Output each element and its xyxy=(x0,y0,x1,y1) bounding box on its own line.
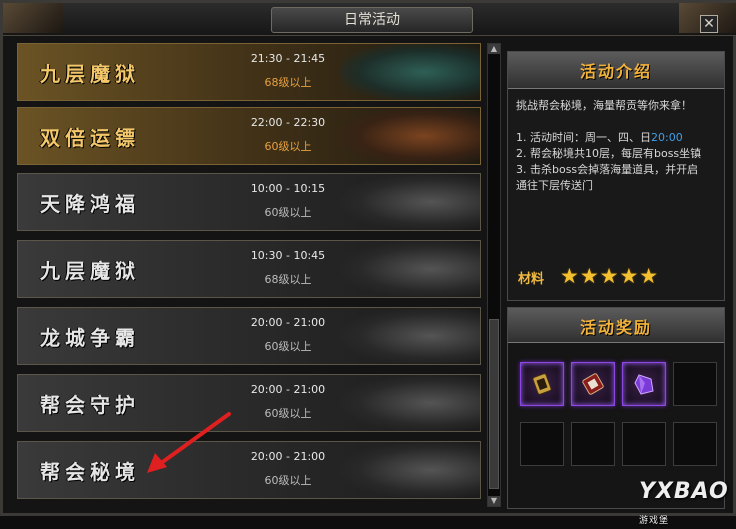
activity-time: 21:30 - 21:45 xyxy=(250,52,326,65)
badge-token-icon xyxy=(532,373,552,395)
activity-artwork xyxy=(340,108,480,164)
activity-artwork xyxy=(340,308,480,364)
activity-name: 龙城争霸 xyxy=(40,326,140,350)
activity-level: 60级以上 xyxy=(264,340,312,353)
star-rating-icon: ★★★★★ xyxy=(560,264,660,288)
rewards-title: 活动奖励 xyxy=(579,318,652,337)
activity-artwork xyxy=(340,44,480,100)
activity-level: 68级以上 xyxy=(264,76,312,89)
activity-time: 10:30 - 10:45 xyxy=(250,249,326,262)
scroll-down-arrow-icon[interactable]: ▼ xyxy=(488,496,500,506)
activity-time: 22:00 - 22:30 xyxy=(250,116,326,129)
window-title: 日常活动 xyxy=(271,7,473,33)
watermark-brand: YXBAO xyxy=(639,479,729,504)
activity-time: 20:00 - 21:00 xyxy=(250,383,326,396)
activity-artwork xyxy=(340,241,480,297)
material-label: 材料 xyxy=(518,272,545,287)
reward-slot-empty[interactable] xyxy=(673,422,717,466)
reward-slot[interactable] xyxy=(622,362,666,406)
rewards-header: 活动奖励 xyxy=(508,308,724,343)
red-scroll-icon xyxy=(582,373,604,395)
activity-list-scrollbar[interactable]: ▲ ▼ xyxy=(487,43,501,507)
activity-level: 68级以上 xyxy=(264,273,312,286)
activity-card[interactable]: 天降鸿福 10:00 - 10:15 60级以上 xyxy=(17,173,481,231)
intro-title: 活动介绍 xyxy=(579,62,652,81)
activity-card[interactable]: 帮会守护 20:00 - 21:00 60级以上 xyxy=(17,374,481,432)
activity-intro-panel: 活动介绍 挑战帮会秘境，海量帮贡等你来拿！ 1. 活动时间：周一、四、日20:0… xyxy=(507,51,725,301)
reward-slot-empty[interactable] xyxy=(673,362,717,406)
activity-artwork xyxy=(340,375,480,431)
intro-line: 2. 帮会秘境共10层，每层有boss坐镇 xyxy=(516,147,702,160)
intro-description: 挑战帮会秘境，海量帮贡等你来拿！ 1. 活动时间：周一、四、日20:00 2. … xyxy=(516,98,720,194)
activity-name: 天降鸿福 xyxy=(40,192,140,216)
scroll-up-arrow-icon[interactable]: ▲ xyxy=(488,44,500,54)
activity-level: 60级以上 xyxy=(264,206,312,219)
scroll-thumb[interactable] xyxy=(489,319,499,489)
reward-slot[interactable] xyxy=(520,362,564,406)
purple-crystal-icon xyxy=(634,374,654,395)
intro-line: 挑战帮会秘境，海量帮贡等你来拿！ xyxy=(516,99,692,112)
intro-line: 通往下层传送门 xyxy=(516,179,593,192)
activity-card[interactable]: 龙城争霸 20:00 - 21:00 60级以上 xyxy=(17,307,481,365)
activity-name: 九层魔狱 xyxy=(40,62,140,86)
reward-slot[interactable] xyxy=(571,362,615,406)
activity-artwork xyxy=(340,442,480,498)
reward-slot-empty[interactable] xyxy=(622,422,666,466)
activity-name: 九层魔狱 xyxy=(40,259,140,283)
intro-line: 3. 击杀boss会掉落海量道具，并开启 xyxy=(516,163,699,176)
title-bar: 日常活动 ✕ xyxy=(3,3,736,36)
red-pointer-arrow-icon xyxy=(147,412,231,473)
activity-level: 60级以上 xyxy=(264,140,312,153)
watermark-logo: YXBAO 游戏堡 xyxy=(639,479,733,529)
activity-time: 20:00 - 21:00 xyxy=(250,316,326,329)
activity-card[interactable]: 九层魔狱 21:30 - 21:45 68级以上 xyxy=(17,43,481,101)
reward-slot-empty[interactable] xyxy=(571,422,615,466)
intro-header: 活动介绍 xyxy=(508,52,724,89)
activity-name: 帮会秘境 xyxy=(40,460,140,484)
close-button[interactable]: ✕ xyxy=(700,15,718,33)
activity-artwork xyxy=(340,174,480,230)
activity-card-selected[interactable]: 帮会秘境 20:00 - 21:00 60级以上 xyxy=(17,441,481,499)
activity-card[interactable]: 双倍运镖 22:00 - 22:30 60级以上 xyxy=(17,107,481,165)
activity-level: 60级以上 xyxy=(264,474,312,487)
activity-card[interactable]: 九层魔狱 10:30 - 10:45 68级以上 xyxy=(17,240,481,298)
watermark-sub: 游戏堡 xyxy=(639,516,670,526)
activity-name: 帮会守护 xyxy=(40,393,140,417)
activity-window: 日常活动 ✕ 九层魔狱 21:30 - 21:45 68级以上 双倍运镖 22:… xyxy=(0,0,736,526)
intro-line-text: 1. 活动时间：周一、四、日 xyxy=(516,131,651,144)
reward-slot-empty[interactable] xyxy=(520,422,564,466)
activity-time: 20:00 - 21:00 xyxy=(250,450,326,463)
ornament-corner-left xyxy=(3,3,63,33)
activity-list: 九层魔狱 21:30 - 21:45 68级以上 双倍运镖 22:00 - 22… xyxy=(17,43,481,507)
activity-time: 10:00 - 10:15 xyxy=(250,182,326,195)
intro-time-highlight: 20:00 xyxy=(651,131,683,144)
intro-line: 1. 活动时间：周一、四、日20:00 xyxy=(516,130,720,146)
activity-name: 双倍运镖 xyxy=(40,126,140,150)
activity-level: 60级以上 xyxy=(264,407,312,420)
